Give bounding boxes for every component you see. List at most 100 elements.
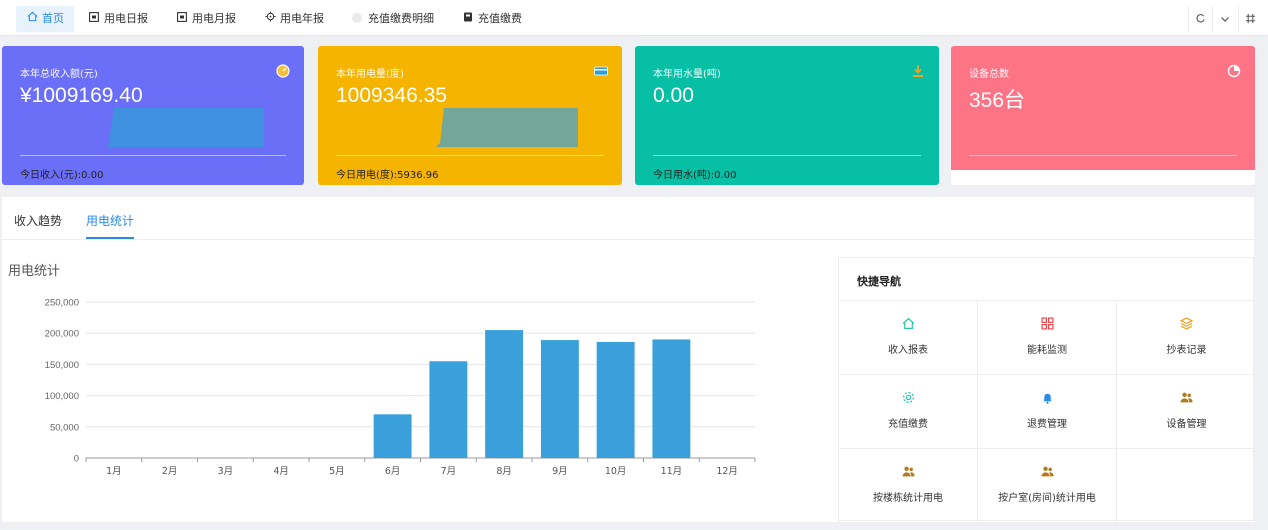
- card-title: 本年用水量(吨): [653, 69, 721, 80]
- y-tick-label: 50,000: [50, 422, 79, 433]
- quick-nav-device-management[interactable]: 设备管理: [1117, 375, 1256, 449]
- quick-nav-building-stats[interactable]: 按楼栋统计用电: [839, 449, 978, 523]
- quick-nav-label: 能耗监测: [1027, 345, 1067, 356]
- dropdown-button[interactable]: [1212, 6, 1236, 32]
- quick-nav-empty-cell: [1117, 449, 1256, 523]
- quick-nav-refund[interactable]: 退费管理: [978, 375, 1117, 449]
- quick-nav-label: 按楼栋统计用电: [873, 493, 943, 504]
- tab-home[interactable]: 首页: [16, 6, 74, 32]
- card-footer: 今日用水(吨):0.00: [653, 170, 737, 181]
- bell-icon: [1042, 393, 1052, 404]
- tab-monthly-report[interactable]: 用电月报: [166, 6, 246, 32]
- fullscreen-button[interactable]: [1238, 6, 1262, 32]
- card-title: 本年总收入额(元): [20, 69, 98, 80]
- home-icon: [26, 7, 38, 33]
- bar-11月: [652, 339, 691, 458]
- active-tab-underline: [86, 237, 134, 239]
- tab-label: 首页: [42, 12, 64, 25]
- tab-yearly-report[interactable]: 用电年报: [254, 6, 334, 32]
- download-icon: [913, 65, 923, 77]
- x-tick-label: 11月: [661, 466, 683, 477]
- y-tick-label: 250,000: [45, 298, 79, 309]
- y-tick-label: 150,000: [45, 360, 79, 371]
- quick-nav-room-stats[interactable]: 按户室(房间)统计用电: [978, 449, 1117, 523]
- bar-7月: [429, 361, 468, 458]
- x-tick-label: 10月: [605, 466, 627, 477]
- x-tick-label: 5月: [329, 466, 345, 477]
- y-tick-label: 200,000: [45, 329, 79, 340]
- card-divider: [969, 155, 1237, 156]
- x-tick-label: 3月: [218, 466, 234, 477]
- card-value: 356台: [969, 89, 1026, 112]
- quick-nav-recharge[interactable]: 充值缴费: [839, 375, 978, 449]
- quick-nav-energy-monitor[interactable]: 能耗监测: [978, 301, 1117, 375]
- quick-nav-panel: 快捷导航 收入报表 能耗监测 抄表记录 充值缴费 退费管理 设备管理 按楼栋统计…: [838, 257, 1256, 523]
- y-tick-label: 0: [74, 454, 79, 465]
- card-title: 本年用电量(度): [336, 69, 404, 80]
- quick-nav-header: 快捷导航: [839, 258, 1253, 301]
- bar-10月: [596, 341, 635, 458]
- quick-nav-income-report[interactable]: 收入报表: [839, 301, 978, 375]
- quick-nav-meter-records[interactable]: 抄表记录: [1117, 301, 1256, 375]
- x-tick-label: 4月: [273, 466, 289, 477]
- card-divider: [336, 155, 604, 156]
- tab-electricity-stats[interactable]: 用电统计: [86, 212, 134, 229]
- calendar-day-icon: [88, 7, 100, 33]
- users-icon: [1180, 392, 1193, 403]
- x-tick-label: 2月: [162, 466, 178, 477]
- layers-icon: [1180, 317, 1193, 330]
- bar-9月: [540, 340, 579, 458]
- tab-recharge[interactable]: 充值缴费: [452, 6, 532, 32]
- card-icon: [594, 66, 608, 76]
- grid-icon: [1040, 317, 1054, 330]
- quick-nav-label: 充值缴费: [888, 419, 928, 430]
- refresh-icon: [1196, 14, 1205, 23]
- card-title: 设备总数: [969, 69, 1009, 80]
- quick-nav-title: 快捷导航: [857, 275, 901, 288]
- x-tick-label: 12月: [716, 466, 738, 477]
- card-footer: 今日收入(元):0.00: [20, 170, 104, 181]
- y-tick-label: 100,000: [45, 391, 79, 402]
- device-card: 设备总数 356台: [951, 46, 1255, 185]
- income-sparkline: [108, 108, 264, 147]
- bar-6月: [373, 414, 412, 458]
- tab-income-trend[interactable]: 收入趋势: [14, 212, 62, 229]
- bar-8月: [485, 330, 524, 458]
- electricity-bar-chart: 0 50,000 100,000 150,000 200,000 250,000 1月 2月 3…: [45, 298, 756, 477]
- chart-title: 用电统计: [8, 264, 61, 279]
- users-icon: [1041, 466, 1054, 477]
- x-tick-label: 6月: [385, 466, 401, 477]
- gauge-icon: [276, 64, 290, 78]
- card-value: ¥1009169.40: [20, 84, 143, 107]
- tab-label: 充值缴费: [478, 12, 522, 25]
- wallet-icon: [462, 7, 474, 33]
- x-tick-label: 8月: [496, 466, 512, 477]
- top-tab-bar: 首页 用电日报 用电月报 用电年报 充值缴费明细 充值缴费: [0, 0, 1268, 36]
- card-footer: 今日用电(度):5936.96: [336, 170, 439, 181]
- tab-label: 用电月报: [192, 12, 236, 25]
- refresh-button[interactable]: [1188, 6, 1212, 32]
- fullscreen-icon: [1245, 13, 1256, 24]
- electricity-sparkline: [436, 108, 578, 147]
- chevron-down-icon: [1220, 17, 1229, 22]
- tab-label: 用电日报: [104, 12, 148, 25]
- card-value: 0.00: [653, 84, 694, 107]
- card-value: 1009346.35: [336, 84, 447, 107]
- quick-nav-label: 按户室(房间)统计用电: [998, 493, 1096, 504]
- dot-icon: [352, 13, 362, 23]
- panel-tabs: 收入趋势 用电统计: [2, 197, 1254, 240]
- x-tick-label: 1月: [106, 466, 122, 477]
- tab-recharge-detail[interactable]: 充值缴费明细: [342, 6, 444, 32]
- target-icon: [264, 7, 276, 33]
- income-card: 本年总收入额(元) ¥1009169.40 今日收入(元):0.00: [2, 46, 304, 185]
- home-icon: [902, 317, 914, 329]
- tab-label: 充值缴费明细: [368, 12, 434, 25]
- quick-nav-label: 退费管理: [1027, 419, 1067, 430]
- calendar-month-icon: [176, 7, 188, 33]
- quick-nav-label: 设备管理: [1166, 419, 1207, 430]
- tab-daily-report[interactable]: 用电日报: [78, 6, 158, 32]
- water-card: 本年用水量(吨) 0.00 今日用水(吨):0.00: [635, 46, 939, 185]
- gear-icon: [902, 392, 914, 403]
- electricity-card: 本年用电量(度) 1009346.35 今日用电(度):5936.96: [318, 46, 622, 185]
- x-tick-label: 9月: [552, 466, 568, 477]
